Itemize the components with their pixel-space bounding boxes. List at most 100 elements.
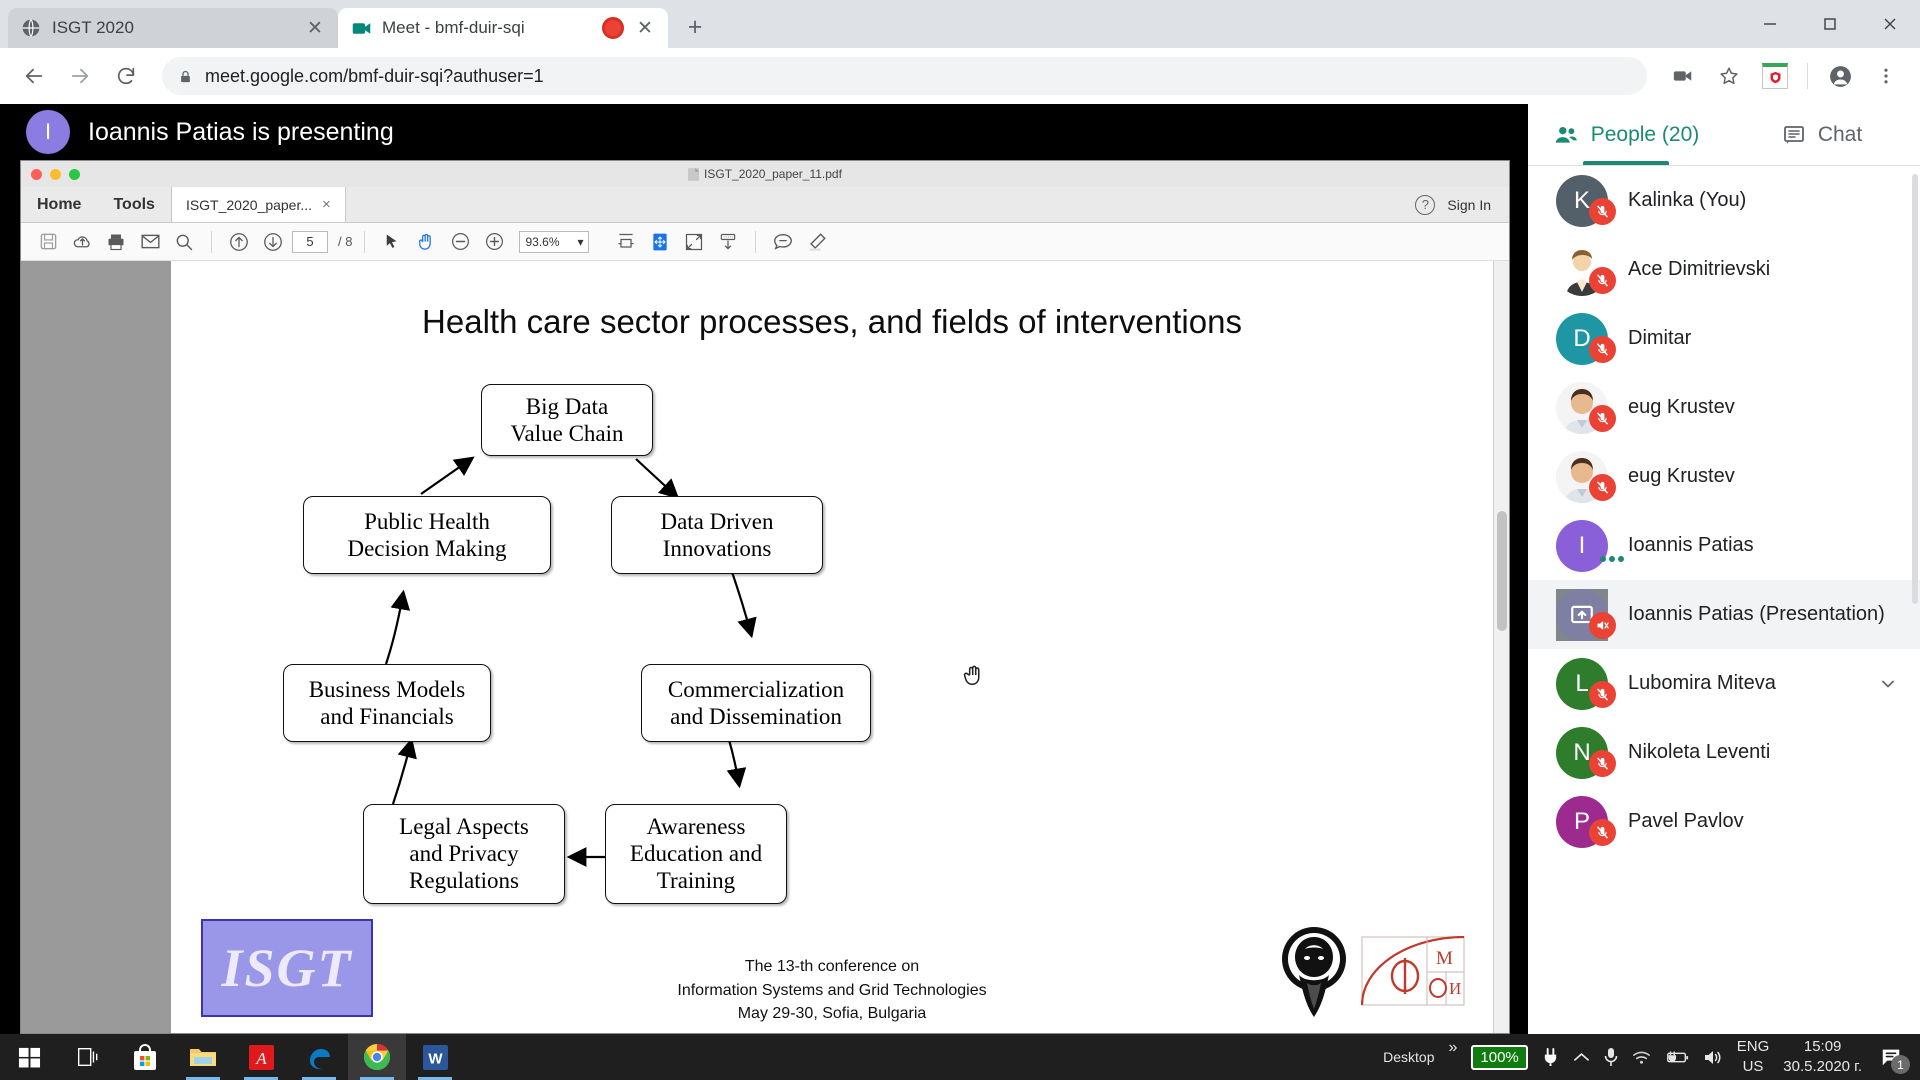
pan-zoom-icon[interactable] — [645, 228, 675, 256]
power-plug-icon[interactable] — [1542, 1047, 1559, 1067]
list-item[interactable]: D Dimitar — [1528, 304, 1920, 373]
camera-icon[interactable] — [1663, 56, 1703, 96]
acrobat-menu-tools[interactable]: Tools — [97, 187, 170, 222]
hand-tool-icon[interactable] — [411, 228, 441, 256]
clock[interactable]: 15:09 30.5.2020 г. — [1783, 1037, 1862, 1078]
email-icon[interactable] — [135, 228, 165, 256]
mic-muted-icon — [1589, 404, 1616, 432]
list-item[interactable]: Ace Dimitrievski — [1528, 235, 1920, 304]
list-item[interactable]: L Lubomira Miteva — [1528, 649, 1920, 718]
slide-diagram: Big Data Value Chain Public Health Decis… — [171, 344, 1493, 904]
cursor-select-icon[interactable] — [377, 228, 407, 256]
print-icon[interactable] — [101, 228, 131, 256]
page-number-input[interactable]: 5 — [292, 230, 328, 253]
browser-tabstrip: ISGT 2020 ✕ Meet - bmf-duir-sqi ✕ + — [0, 0, 1920, 48]
acrobat-icon[interactable]: A — [232, 1034, 290, 1080]
zoom-in-icon[interactable] — [479, 228, 509, 256]
help-icon[interactable]: ? — [1415, 194, 1436, 215]
close-icon[interactable]: ✕ — [634, 17, 656, 40]
notifications-icon[interactable]: 1 — [1876, 1042, 1910, 1074]
save-icon[interactable] — [33, 228, 63, 256]
browser-tab-meet[interactable]: Meet - bmf-duir-sqi ✕ — [338, 8, 668, 48]
kebab-menu-icon[interactable] — [1866, 56, 1906, 96]
panel-scrollbar[interactable] — [1912, 174, 1918, 604]
tray-overflow-icon[interactable]: » — [1448, 1039, 1457, 1057]
reload-button[interactable] — [106, 56, 146, 96]
profile-icon[interactable] — [1820, 56, 1860, 96]
fit-width-icon[interactable] — [611, 228, 641, 256]
close-icon[interactable]: ✕ — [304, 17, 326, 40]
folder-icon[interactable] — [174, 1034, 232, 1080]
minimize-button[interactable] — [1740, 0, 1800, 48]
list-item[interactable]: Ioannis Patias (Presentation) — [1528, 580, 1920, 649]
scroll-mode-icon[interactable] — [713, 228, 743, 256]
meet-icon — [350, 17, 372, 39]
task-view-icon[interactable] — [58, 1034, 116, 1080]
slide-title: Health care sector processes, and fields… — [422, 303, 1242, 340]
toolbar-divider — [1807, 63, 1808, 89]
zoom-out-icon[interactable] — [445, 228, 475, 256]
list-item[interactable]: eug Krustev — [1528, 373, 1920, 442]
page-total-label: / 8 — [338, 234, 353, 249]
pdf-page-canvas[interactable]: Health care sector processes, and fields… — [171, 261, 1493, 1033]
sign-in-button[interactable]: Sign In — [1447, 197, 1491, 213]
participants-list[interactable]: K Kalinka (You) Ace Dimitrievski D Dimit… — [1528, 166, 1920, 1034]
show-desktop-label[interactable]: Desktop — [1383, 1049, 1434, 1065]
fit-page-icon[interactable] — [679, 228, 709, 256]
participant-name: Ace Dimitrievski — [1628, 258, 1771, 280]
diagram-node-label: Big Data Value Chain — [510, 393, 624, 446]
star-icon[interactable] — [1709, 56, 1749, 96]
language-indicator[interactable]: ENG US — [1737, 1037, 1770, 1078]
participant-name: eug Krustev — [1628, 396, 1735, 418]
acrobat-document-tab[interactable]: ISGT_2020_paper... × — [170, 187, 346, 222]
list-item[interactable]: I Ioannis Patias — [1528, 511, 1920, 580]
close-button[interactable] — [1860, 0, 1920, 48]
chevron-down-icon[interactable] — [1878, 674, 1920, 694]
wifi-icon[interactable] — [1632, 1049, 1651, 1065]
browser-tab-title: ISGT 2020 — [52, 18, 134, 37]
browser-tab-isgt[interactable]: ISGT 2020 ✕ — [8, 8, 338, 48]
list-item[interactable]: K Kalinka (You) — [1528, 166, 1920, 235]
chrome-icon[interactable] — [348, 1034, 406, 1080]
word-icon[interactable]: W — [406, 1034, 464, 1080]
forward-button[interactable] — [60, 56, 100, 96]
tab-chat[interactable]: Chat — [1724, 104, 1920, 165]
close-icon[interactable]: × — [322, 196, 331, 213]
pdf-scrollbar[interactable] — [1493, 261, 1509, 1033]
search-icon[interactable] — [169, 228, 199, 256]
list-item[interactable]: P Pavel Pavlov — [1528, 787, 1920, 856]
store-icon[interactable] — [116, 1034, 174, 1080]
back-button[interactable] — [14, 56, 54, 96]
comment-icon[interactable] — [768, 228, 798, 256]
collapse-left-arrow-icon[interactable]: ◀ — [1176, 719, 1188, 737]
show-hidden-icons-icon[interactable] — [1573, 1051, 1590, 1063]
slide-university-logos: M И — [1277, 923, 1465, 1019]
edge-icon[interactable] — [290, 1034, 348, 1080]
list-item[interactable]: N Nikoleta Leventi — [1528, 718, 1920, 787]
diagram-node-legal-aspects: Legal Aspects and Privacy Regulations — [363, 803, 565, 904]
new-tab-button[interactable]: + — [678, 10, 712, 44]
chat-icon — [1782, 123, 1806, 147]
svg-text:И: И — [1449, 979, 1461, 998]
highlight-icon[interactable] — [802, 228, 832, 256]
maximize-button[interactable] — [1800, 0, 1860, 48]
volume-icon[interactable] — [1703, 1049, 1723, 1066]
microphone-icon[interactable] — [1604, 1047, 1618, 1067]
pdf-scrollbar-thumb[interactable] — [1497, 511, 1507, 631]
list-item[interactable]: eug Krustev — [1528, 442, 1920, 511]
battery-percent-badge[interactable]: 100% — [1471, 1044, 1528, 1070]
participant-name: Pavel Pavlov — [1628, 810, 1744, 832]
windows-start-icon[interactable] — [0, 1034, 58, 1080]
arrow-down-circle-icon[interactable] — [258, 228, 288, 256]
tab-people[interactable]: People (20) — [1528, 104, 1724, 165]
avast-extension-icon[interactable] — [1755, 56, 1795, 96]
battery-charging-icon[interactable] — [1665, 1050, 1689, 1065]
diagram-node-label: Awareness Education and Training — [629, 814, 763, 894]
address-bar[interactable]: meet.google.com/bmf-duir-sqi?authuser=1 — [162, 57, 1647, 95]
cloud-upload-icon[interactable] — [67, 228, 97, 256]
people-icon — [1553, 122, 1579, 148]
arrow-up-circle-icon[interactable] — [224, 228, 254, 256]
diagram-node-label: Business Models and Financials — [308, 676, 466, 729]
zoom-level-select[interactable]: 93.6% ▾ — [519, 230, 590, 253]
acrobat-menu-home[interactable]: Home — [21, 187, 97, 222]
